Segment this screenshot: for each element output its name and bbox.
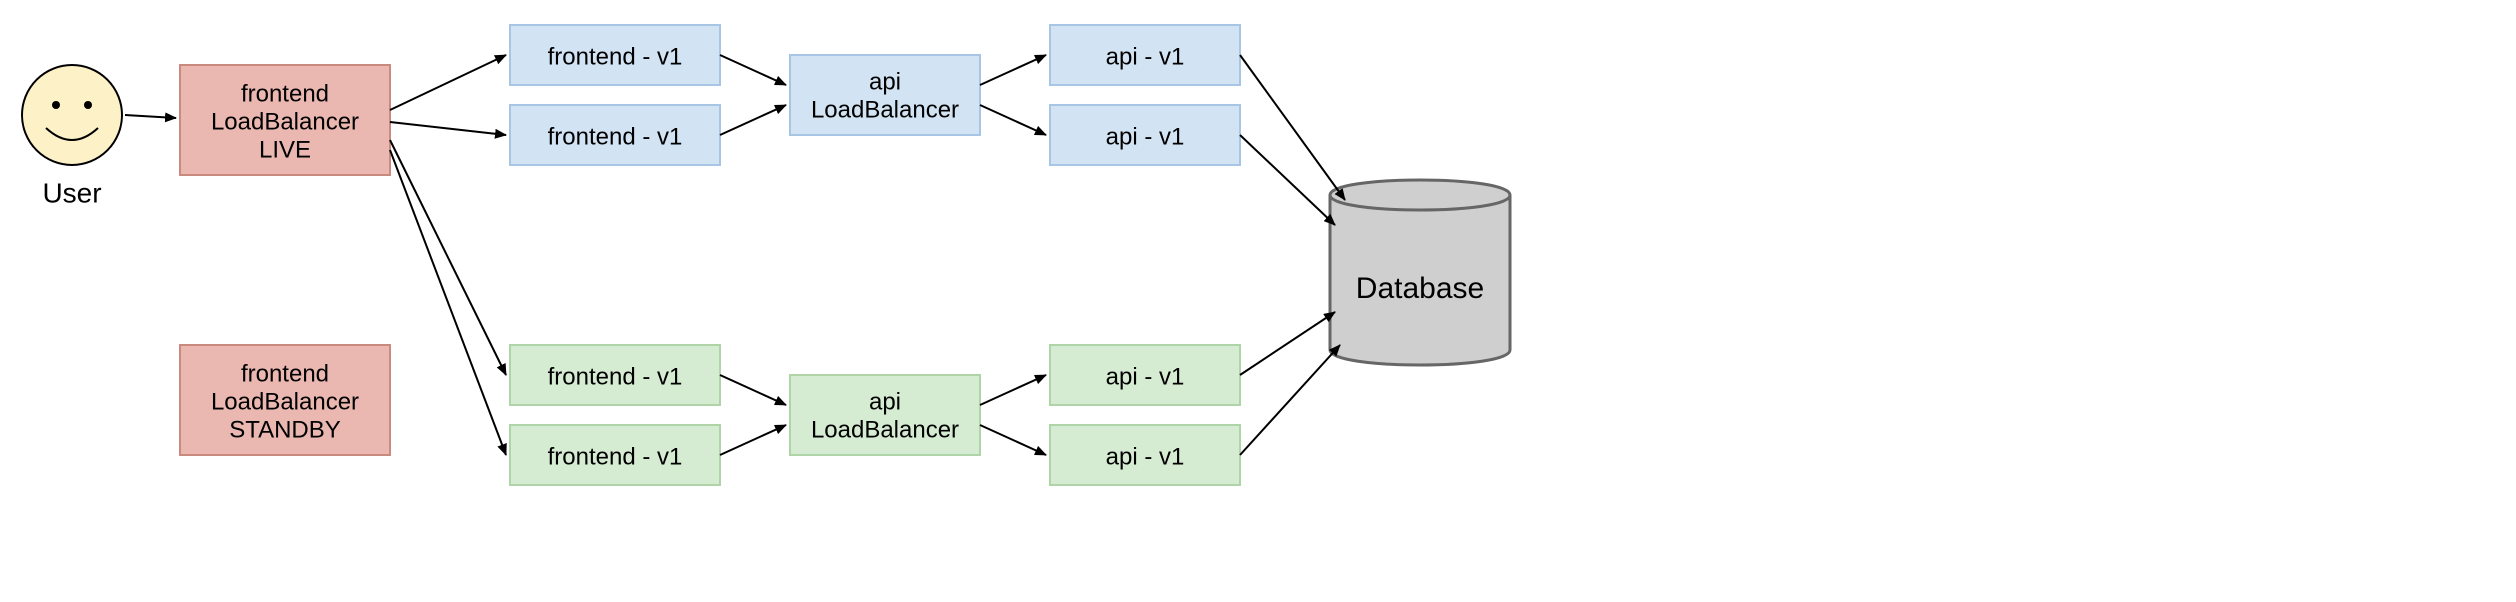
api-blue-2-label: api - v1 — [1106, 123, 1185, 150]
api-green-2-box: api - v1 — [1050, 425, 1240, 485]
api-green-1-label: api - v1 — [1106, 363, 1185, 390]
api-lb-blue-box: api LoadBalancer — [790, 55, 980, 135]
arrow-api-blue-1-to-db — [1240, 55, 1345, 200]
architecture-diagram: User frontend LoadBalancer LIVE frontend… — [0, 0, 2516, 602]
frontend-lb-standby-box: frontend LoadBalancer STANDBY — [180, 345, 390, 455]
api-lb-green-box: api LoadBalancer — [790, 375, 980, 455]
arrow-lb-to-frontend-blue-2 — [390, 122, 506, 135]
arrow-lb-to-frontend-green-2 — [390, 150, 506, 455]
frontend-blue-2-label: frontend - v1 — [548, 123, 683, 150]
frontend-green-1-box: frontend - v1 — [510, 345, 720, 405]
api-lb-blue-line1: api — [869, 68, 901, 95]
frontend-blue-1-box: frontend - v1 — [510, 25, 720, 85]
arrow-lb-to-frontend-blue-1 — [390, 55, 506, 110]
arrow-apilb-green-to-api-1 — [980, 375, 1046, 405]
user-label: User — [42, 177, 101, 208]
user-icon — [22, 65, 122, 165]
frontend-lb-live-line2: LoadBalancer — [211, 108, 359, 135]
api-lb-green-line1: api — [869, 388, 901, 415]
api-blue-2-box: api - v1 — [1050, 105, 1240, 165]
arrow-api-blue-2-to-db — [1240, 135, 1335, 225]
frontend-blue-2-box: frontend - v1 — [510, 105, 720, 165]
arrow-apilb-blue-to-api-1 — [980, 55, 1046, 85]
frontend-green-1-label: frontend - v1 — [548, 363, 683, 390]
frontend-green-2-label: frontend - v1 — [548, 443, 683, 470]
database-shape: Database — [1330, 180, 1510, 365]
api-blue-1-label: api - v1 — [1106, 43, 1185, 70]
arrow-lb-to-frontend-green-1 — [390, 140, 506, 375]
arrow-api-green-2-to-db — [1240, 345, 1340, 455]
frontend-blue-1-label: frontend - v1 — [548, 43, 683, 70]
frontend-lb-standby-line1: frontend — [241, 360, 329, 387]
api-green-1-box: api - v1 — [1050, 345, 1240, 405]
arrow-apilb-green-to-api-2 — [980, 425, 1046, 455]
frontend-lb-standby-line2: LoadBalancer — [211, 388, 359, 415]
arrow-frontend-blue-1-to-apilb — [720, 55, 786, 85]
api-blue-1-box: api - v1 — [1050, 25, 1240, 85]
database-label: Database — [1356, 272, 1484, 305]
arrow-frontend-blue-2-to-apilb — [720, 105, 786, 135]
frontend-lb-live-box: frontend LoadBalancer LIVE — [180, 65, 390, 175]
api-green-2-label: api - v1 — [1106, 443, 1185, 470]
frontend-green-2-box: frontend - v1 — [510, 425, 720, 485]
arrow-frontend-green-1-to-apilb — [720, 375, 786, 405]
frontend-lb-live-line3: LIVE — [259, 136, 311, 163]
frontend-lb-live-line1: frontend — [241, 80, 329, 107]
api-lb-green-line2: LoadBalancer — [811, 416, 959, 443]
arrow-frontend-green-2-to-apilb — [720, 425, 786, 455]
frontend-lb-standby-line3: STANDBY — [229, 416, 341, 443]
api-lb-blue-line2: LoadBalancer — [811, 96, 959, 123]
arrow-apilb-blue-to-api-2 — [980, 105, 1046, 135]
arrow-user-to-lb — [125, 115, 176, 118]
